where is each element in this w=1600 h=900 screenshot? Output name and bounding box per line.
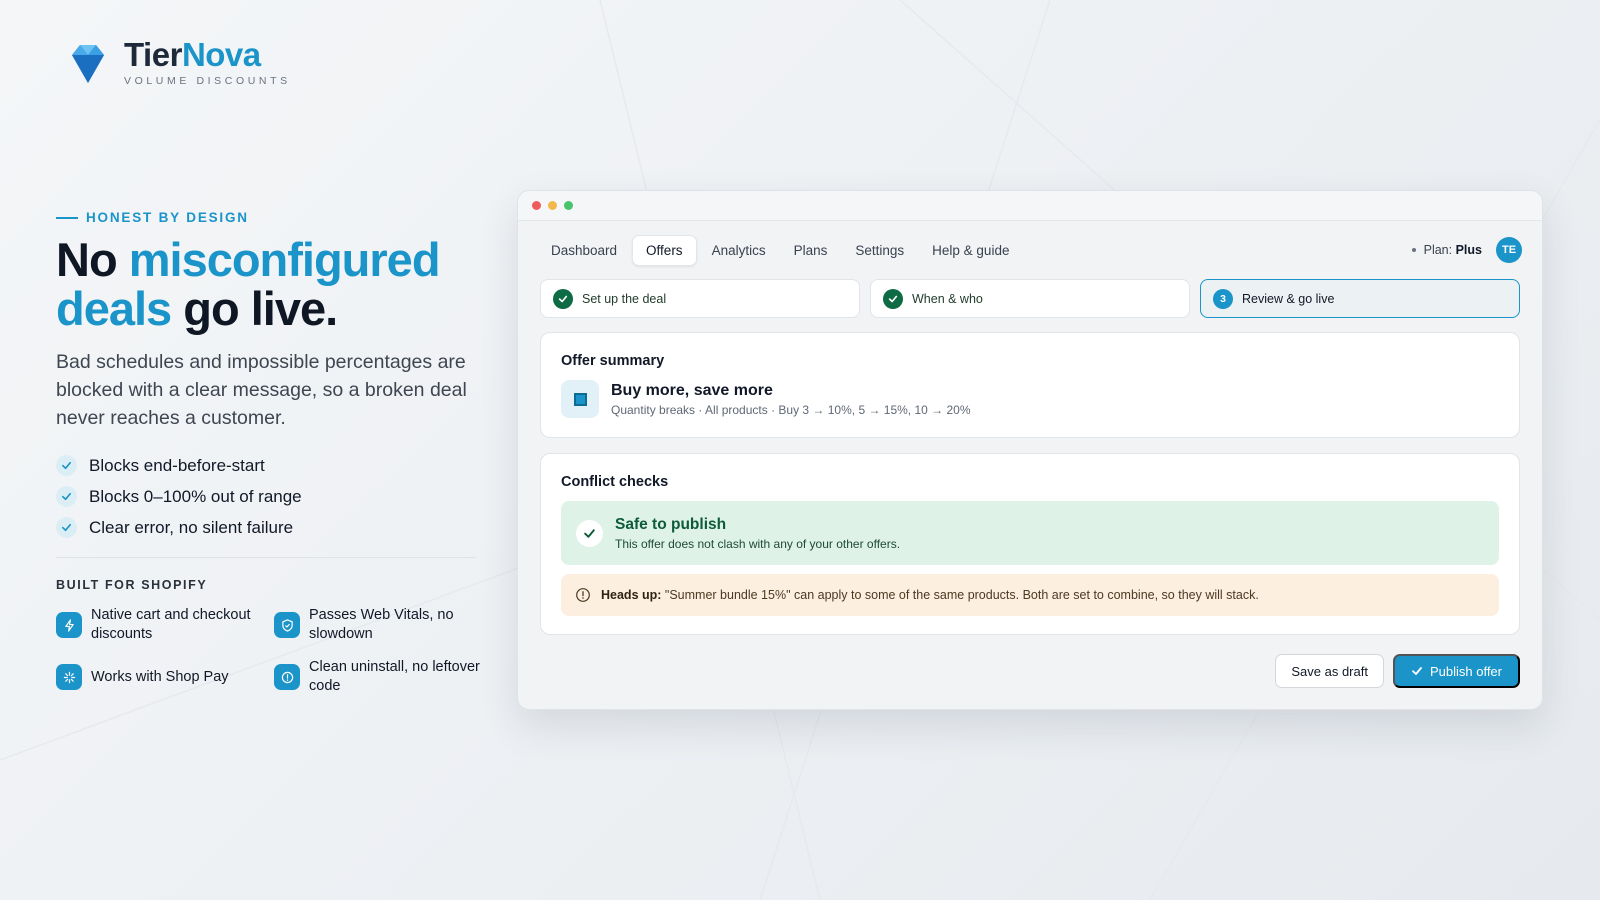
- feature-shop-pay: Works with Shop Pay: [56, 658, 274, 696]
- publish-offer-button[interactable]: Publish offer: [1392, 654, 1520, 688]
- sparkle-icon: [56, 664, 82, 691]
- checkmark-icon: [56, 455, 77, 477]
- brand-tagline: VOLUME DISCOUNTS: [124, 75, 291, 87]
- checkmark-icon: [1412, 667, 1422, 675]
- list-item: Blocks end-before-start: [56, 450, 476, 481]
- offer-icon: [561, 380, 599, 418]
- list-item: Blocks 0–100% out of range: [56, 481, 476, 512]
- checkmark-icon: [576, 519, 603, 547]
- tab-analytics[interactable]: Analytics: [699, 236, 779, 265]
- bullet-icon: [1411, 248, 1416, 252]
- top-nav: Dashboard Offers Analytics Plans Setting…: [538, 234, 1522, 266]
- brand-name: TierNova: [124, 36, 261, 73]
- offer-name: Buy more, save more: [611, 381, 773, 399]
- built-for-title: BUILT FOR SHOPIFY: [56, 578, 208, 593]
- conflict-checks-card: Conflict checks Safe to publish This off…: [540, 453, 1520, 635]
- action-bar: Save as draft Publish offer: [1275, 654, 1520, 688]
- feature-web-vitals: Passes Web Vitals, no slowdown: [274, 606, 484, 644]
- info-icon: [575, 587, 591, 603]
- heads-up-label: Heads up:: [601, 588, 662, 602]
- checkmark-icon: [56, 486, 77, 508]
- lightning-icon: [56, 612, 82, 639]
- feature-clean-uninstall: Clean uninstall, no leftover code: [274, 658, 484, 696]
- app-window: Dashboard Offers Analytics Plans Setting…: [517, 190, 1543, 710]
- safe-banner: Safe to publish This offer does not clas…: [561, 501, 1499, 565]
- hero-section: HONEST BY DESIGN No misconfigured deals g…: [56, 210, 480, 696]
- tab-settings[interactable]: Settings: [842, 236, 917, 265]
- offer-row: Buy more, save more Quantity breaks · Al…: [561, 380, 1499, 418]
- lede: Bad schedules and impossible percentages…: [56, 350, 467, 430]
- tab-dashboard[interactable]: Dashboard: [538, 236, 630, 265]
- plan-indicator: Plan: Plus TE: [1411, 237, 1522, 263]
- heads-up-text: "Summer bundle 15%" can apply to some of…: [661, 588, 1259, 602]
- checkmark-icon: [883, 288, 903, 309]
- offer-description: Quantity breaks · All products · Buy 3 →…: [611, 402, 971, 417]
- safe-title: Safe to publish: [615, 515, 727, 533]
- window-close-icon[interactable]: [532, 201, 541, 210]
- card-title: Conflict checks: [561, 474, 669, 490]
- safe-description: This offer does not clash with any of yo…: [615, 536, 901, 551]
- checkmark-icon: [553, 288, 573, 309]
- window-titlebar: [518, 191, 1542, 221]
- step-number: 3: [1213, 288, 1233, 309]
- feature-native-cart: Native cart and checkout discounts: [56, 606, 274, 644]
- shield-check-icon: [274, 612, 300, 639]
- avatar[interactable]: TE: [1496, 237, 1522, 263]
- tab-help[interactable]: Help & guide: [919, 236, 1022, 265]
- save-draft-button[interactable]: Save as draft: [1275, 654, 1384, 688]
- heads-up-banner: Heads up: "Summer bundle 15%" can apply …: [561, 574, 1499, 616]
- eyebrow: HONEST BY DESIGN: [56, 210, 476, 225]
- divider: [56, 557, 476, 559]
- window-minimize-icon[interactable]: [548, 201, 557, 210]
- check-list: Blocks end-before-start Blocks 0–100% ou…: [56, 450, 476, 543]
- step-setup[interactable]: Set up the deal: [540, 279, 860, 318]
- brand-logo: TierNova VOLUME DISCOUNTS: [64, 38, 291, 87]
- card-title: Offer summary: [561, 353, 665, 369]
- feature-grid: Native cart and checkout discounts Passe…: [56, 606, 480, 696]
- window-maximize-icon[interactable]: [564, 201, 573, 210]
- step-review[interactable]: 3 Review & go live: [1200, 279, 1520, 318]
- step-when-who[interactable]: When & who: [870, 279, 1190, 318]
- checkmark-icon: [56, 517, 77, 539]
- headline: No misconfigured deals go live.: [56, 233, 441, 336]
- diamond-icon: [72, 44, 104, 83]
- tab-plans[interactable]: Plans: [781, 236, 841, 265]
- offer-summary-card: Offer summary Buy more, save more Quanti…: [540, 332, 1520, 438]
- tab-offers[interactable]: Offers: [632, 234, 697, 266]
- wizard-steps: Set up the deal When & who 3 Review & go…: [540, 279, 1520, 318]
- info-circle-icon: [274, 664, 300, 691]
- list-item: Clear error, no silent failure: [56, 512, 476, 543]
